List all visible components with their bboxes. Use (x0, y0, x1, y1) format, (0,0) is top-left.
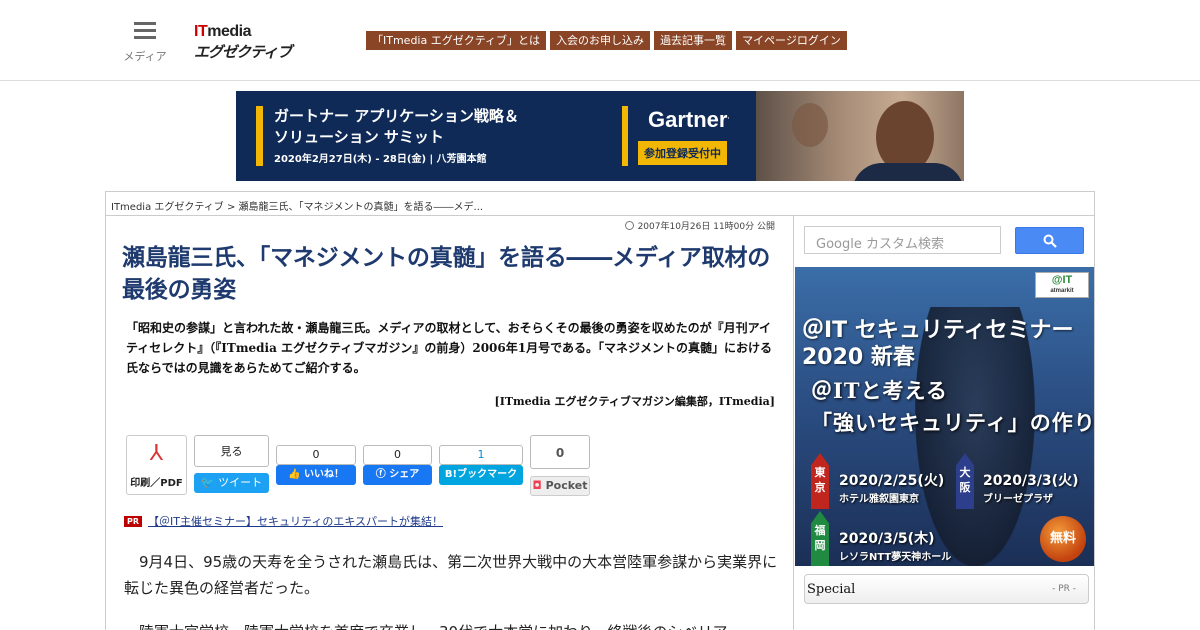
pocket-button[interactable]: ◘ Pocket (530, 476, 590, 496)
share-buttons: ⅄ 印刷／PDF 見る 🐦 ツイート 0 👍 いいね！ 0 ⓕ シェア 1 B!… (126, 435, 606, 497)
article-title: 瀬島龍三氏、「マネジメントの真髄」を語る――メディア取材の最後の勇姿 (122, 245, 771, 303)
content-frame: ITmedia エグゼクティブ > 瀬島龍三氏、「マネジメントの真髄」を語る――… (105, 191, 1095, 630)
facebook-icon: ⓕ (375, 469, 386, 480)
fb-like-count: 0 (276, 445, 356, 465)
hatena-bookmark-button[interactable]: B!ブックマーク (439, 465, 523, 485)
special-label: Special (807, 582, 856, 597)
twitter-icon: 🐦 (200, 476, 215, 489)
search-input[interactable]: Google カスタム検索 (804, 226, 1001, 254)
banner-photo (756, 91, 964, 181)
site-logo[interactable]: ITmedia エグゼクティブ (194, 23, 292, 62)
nav-mypage-login[interactable]: マイページログイン (736, 31, 847, 50)
pr-link[interactable]: 【＠IT主催セミナー】セキュリティのエキスパートが集結！ (148, 515, 443, 528)
pr-badge: PR (124, 516, 143, 527)
fb-share-count: 0 (363, 445, 432, 465)
hatena-count[interactable]: 1 (439, 445, 523, 465)
logo-it: IT (194, 23, 208, 40)
hamburger-icon (134, 22, 156, 40)
osaka-event: 2020/3/3(火) ブリーゼプラザ (983, 473, 1079, 505)
top-nav: 「ITmedia エグゼクティブ」とは 入会のお申し込み 過去記事一覧 マイペー… (366, 31, 847, 50)
special-pr: - PR - (1052, 584, 1076, 594)
pdf-icon: ⅄ (149, 441, 164, 466)
nav-signup[interactable]: 入会のお申し込み (550, 31, 651, 50)
banner-accent-bar-2 (622, 106, 628, 166)
pocket-icon: ◘ (532, 479, 542, 492)
nav-archive[interactable]: 過去記事一覧 (654, 31, 733, 50)
pr-line: PR 【＠IT主催セミナー】セキュリティのエキスパートが集結！ (124, 513, 443, 529)
menu-label: メディア (123, 50, 167, 63)
logo-executive: エグゼクティブ (194, 43, 292, 61)
article: 2007年10月26日 11時00分 公開 瀬島龍三氏、「マネジメントの真髄」を… (106, 216, 794, 630)
fb-share-button[interactable]: ⓕ シェア (363, 465, 432, 485)
free-badge: 無料 (1040, 516, 1086, 562)
hatena-bookmark: 1 B!ブックマーク (439, 445, 523, 485)
sidebar: Google カスタム検索 @IT atmarkit ＠IT セキュリティセミナー… (795, 216, 1094, 630)
search-icon (1043, 234, 1057, 248)
security-seminar-ad[interactable]: @IT atmarkit ＠IT セキュリティセミナー 2020 新春 ＠ITと考え… (795, 267, 1094, 566)
twitter-share: 見る 🐦 ツイート (194, 435, 269, 493)
menu-button[interactable]: メディア (122, 20, 168, 64)
nav-about[interactable]: 「ITmedia エグゼクティブ」とは (366, 31, 547, 50)
facebook-share: 0 ⓕ シェア (363, 445, 432, 485)
print-pdf-button[interactable]: ⅄ 印刷／PDF (126, 435, 187, 495)
thumbs-up-icon: 👍 (288, 469, 301, 480)
fukuoka-event: 2020/3/5(木) レソラNTT夢天神ホール (839, 531, 952, 563)
special-header: Special - PR - (804, 574, 1089, 604)
banner-accent-bar (256, 106, 263, 166)
pocket-count: 0 (530, 435, 590, 469)
fb-like-button[interactable]: 👍 いいね！ (276, 465, 356, 485)
tokyo-event: 2020/2/25(火) ホテル雅叙園東京 (839, 473, 945, 505)
tweet-button[interactable]: 🐦 ツイート (194, 473, 269, 493)
gartner-banner-ad[interactable]: ガートナー アプリケーション戦略＆ ソリューション サミット 2020年2月27日… (236, 91, 964, 181)
article-lead: 「昭和史の参謀」と言われた故・瀬島龍三氏。メディアの取材として、おそらくその最後… (126, 321, 772, 375)
pocket-share: 0 ◘ Pocket (530, 435, 590, 496)
clock-icon (624, 221, 634, 230)
banner-headline: ガートナー アプリケーション戦略＆ ソリューション サミット (274, 107, 519, 146)
twitter-count[interactable]: 見る (194, 435, 269, 467)
breadcrumb-home[interactable]: ITmedia エグゼクティブ (111, 202, 224, 213)
article-paragraph: 9月4日、95歳の天寿を全うされた瀬島氏は、第二次世界大戦中の大本営陸軍参謀から… (124, 553, 778, 597)
banner-cta: 参加登録受付中 (638, 141, 727, 165)
banner-date: 2020年2月27日(木) - 28日(金) | 八芳園本館 (274, 154, 487, 165)
ad-subheadline: ＠ITと考える 「強いセキュリティ」の作り方 (811, 378, 1094, 435)
article-paragraph: 陸軍士官学校、陸軍大学校を首席で卒業し、30代で大本営に加わり、終戦後のシベリア (124, 619, 779, 630)
article-byline: [ITmedia エグゼクティブマガジン編集部，ITmedia] (494, 395, 775, 408)
publish-date: 2007年10月26日 11時00分 公開 (624, 219, 775, 232)
fukuoka-tag: 福岡 (811, 511, 829, 566)
gartner-logo: Gartner. (648, 107, 730, 132)
site-header: メディア ITmedia エグゼクティブ 「ITmedia エグゼクティブ」とは… (0, 0, 1200, 81)
breadcrumb: ITmedia エグゼクティブ > 瀬島龍三氏、「マネジメントの真髄」を語る――… (106, 192, 1094, 216)
atit-logo: @IT atmarkit (1035, 272, 1089, 298)
logo-media: media (207, 23, 251, 40)
search-button[interactable] (1015, 227, 1084, 254)
breadcrumb-current: 瀬島龍三氏、「マネジメントの真髄」を語る――メデ... (238, 202, 484, 213)
ad-headline: ＠IT セキュリティセミナー 2020 新春 (802, 318, 1074, 370)
tokyo-tag: 東京 (811, 453, 829, 509)
facebook-like: 0 👍 いいね！ (276, 445, 356, 485)
